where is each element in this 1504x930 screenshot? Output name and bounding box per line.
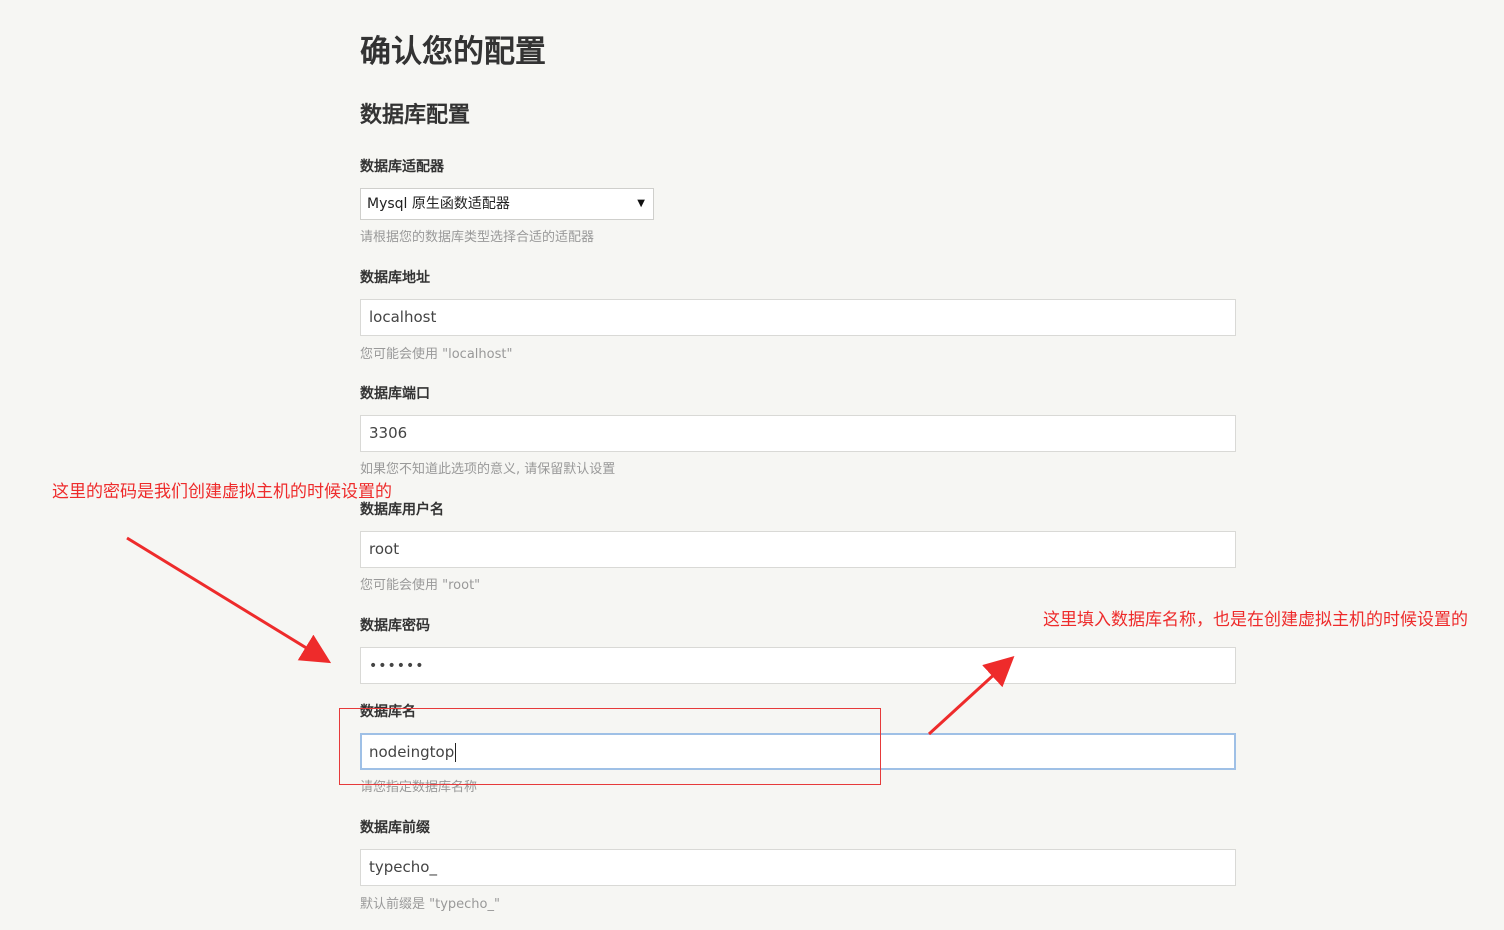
- chevron-down-icon: ▼: [637, 198, 645, 209]
- annotation-left-note: 这里的密码是我们创建虚拟主机的时候设置的: [52, 482, 392, 502]
- prefix-input[interactable]: typecho_: [360, 849, 1236, 886]
- user-hint: 您可能会使用 "root": [360, 578, 481, 593]
- annotation-right-note: 这里填入数据库名称，也是在创建虚拟主机的时候设置的: [1043, 610, 1468, 630]
- dbname-hint: 请您指定数据库名称: [360, 780, 478, 795]
- port-value: 3306: [369, 424, 408, 442]
- password-label: 数据库密码: [360, 618, 430, 634]
- adapter-label: 数据库适配器: [360, 159, 444, 175]
- host-label: 数据库地址: [360, 270, 430, 286]
- user-value: root: [369, 540, 400, 558]
- adapter-selected-value: Mysql 原生函数适配器: [367, 196, 510, 212]
- port-label: 数据库端口: [360, 386, 430, 402]
- arrow-left: [126, 536, 332, 664]
- host-input[interactable]: localhost: [360, 299, 1236, 336]
- annotation-arrows: [126, 536, 1015, 736]
- adapter-hint: 请根据您的数据库类型选择合适的适配器: [360, 230, 595, 245]
- page-title: 确认您的配置: [360, 34, 546, 70]
- prefix-hint: 默认前缀是 "typecho_": [360, 897, 500, 912]
- host-hint: 您可能会使用 "localhost": [360, 347, 513, 362]
- port-input[interactable]: 3306: [360, 415, 1236, 452]
- dbname-value: nodeingtop: [369, 743, 455, 761]
- host-value: localhost: [369, 308, 437, 326]
- prefix-value: typecho_: [369, 858, 437, 876]
- password-value: ••••••: [369, 658, 425, 674]
- port-hint: 如果您不知道此选项的意义, 请保留默认设置: [360, 462, 616, 477]
- dbname-label: 数据库名: [360, 704, 416, 720]
- dbname-input[interactable]: nodeingtop: [360, 733, 1236, 770]
- user-input[interactable]: root: [360, 531, 1236, 568]
- section-title: 数据库配置: [360, 103, 471, 128]
- prefix-label: 数据库前缀: [360, 820, 430, 836]
- adapter-select[interactable]: Mysql 原生函数适配器 ▼: [360, 188, 654, 220]
- text-cursor: [455, 743, 457, 762]
- password-input[interactable]: ••••••: [360, 647, 1236, 684]
